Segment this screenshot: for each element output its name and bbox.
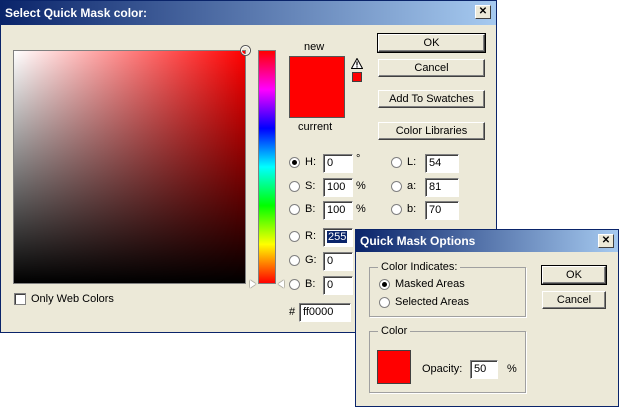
ok-button[interactable]: OK [377, 33, 486, 53]
opacity-label: Opacity: [422, 363, 463, 375]
selected-areas-label[interactable]: Selected Areas [395, 296, 469, 308]
r-input[interactable]: 255 [323, 228, 353, 247]
opacity-unit: % [507, 363, 517, 375]
only-web-colors-label[interactable]: Only Web Colors [31, 293, 114, 305]
cancel-button[interactable]: Cancel [378, 59, 485, 77]
radio-blue[interactable] [289, 279, 300, 290]
gamut-warning-swatch[interactable] [352, 72, 362, 82]
s-label: S: [305, 180, 316, 192]
lab-b-label: b: [407, 203, 417, 215]
quick-mask-options-dialog: Quick Mask Options ✕ Color Indicates: Ma… [355, 229, 619, 407]
b-input[interactable]: 100 [323, 201, 353, 220]
r-label: R: [305, 230, 316, 242]
qmo-titlebar: Quick Mask Options ✕ [356, 230, 618, 252]
qmo-ok-button[interactable]: OK [541, 265, 607, 285]
current-color-label: current [298, 121, 333, 133]
radio-g[interactable] [289, 255, 300, 266]
picker-titlebar: Select Quick Mask color: ✕ [1, 1, 496, 25]
blue-input[interactable]: 0 [323, 276, 353, 295]
current-color-swatch[interactable] [289, 87, 345, 118]
qmo-close-button[interactable]: ✕ [598, 234, 614, 248]
l-input[interactable]: 54 [425, 154, 459, 173]
radio-r[interactable] [289, 231, 300, 242]
masked-areas-label[interactable]: Masked Areas [395, 278, 465, 290]
h-unit: ° [356, 153, 361, 165]
color-libraries-button[interactable]: Color Libraries [378, 122, 485, 140]
l-label: L: [407, 156, 417, 168]
qmo-cancel-button[interactable]: Cancel [542, 291, 606, 309]
picker-close-button[interactable]: ✕ [475, 5, 491, 19]
warning-triangle-icon[interactable] [351, 58, 363, 69]
hue-slider-right-handle[interactable] [278, 280, 284, 288]
radio-s[interactable] [289, 181, 300, 192]
hex-label: # [289, 306, 296, 318]
g-label: G: [305, 254, 317, 266]
h-input[interactable]: 0 [323, 154, 353, 173]
new-color-label: new [304, 41, 325, 53]
masked-areas-radio[interactable] [379, 279, 390, 290]
s-input[interactable]: 100 [323, 178, 353, 197]
hue-slider-left-handle[interactable] [250, 280, 256, 288]
qmo-title: Quick Mask Options [360, 234, 476, 248]
color-indicates-legend: Color Indicates: [378, 261, 461, 273]
a-input[interactable]: 81 [425, 178, 459, 197]
color-field-cursor[interactable] [241, 46, 250, 55]
selected-areas-radio[interactable] [379, 297, 390, 308]
radio-l[interactable] [391, 157, 402, 168]
new-color-swatch [289, 56, 345, 87]
s-unit: % [356, 180, 366, 192]
add-to-swatches-button[interactable]: Add To Swatches [378, 90, 485, 108]
color-indicates-group: Color Indicates: [369, 261, 526, 317]
radio-h[interactable] [289, 157, 300, 168]
radio-a[interactable] [391, 181, 402, 192]
h-label: H: [305, 156, 316, 168]
blue-label: B: [305, 278, 316, 290]
g-input[interactable]: 0 [323, 252, 353, 271]
opacity-input[interactable]: 50 [470, 360, 498, 379]
only-web-colors-checkbox[interactable] [14, 293, 26, 305]
radio-lab-b[interactable] [391, 204, 402, 215]
r-value: 255 [327, 231, 348, 243]
color-field[interactable] [13, 46, 250, 284]
lab-b-input[interactable]: 70 [425, 201, 459, 220]
b-label: B: [305, 203, 316, 215]
radio-b[interactable] [289, 204, 300, 215]
picker-title: Select Quick Mask color: [5, 6, 148, 20]
b-unit: % [356, 203, 366, 215]
a-label: a: [407, 180, 417, 192]
color-legend: Color [378, 325, 411, 337]
hex-input[interactable]: ff0000 [299, 303, 351, 322]
mask-color-swatch[interactable] [377, 350, 411, 384]
hue-slider[interactable] [258, 50, 276, 284]
